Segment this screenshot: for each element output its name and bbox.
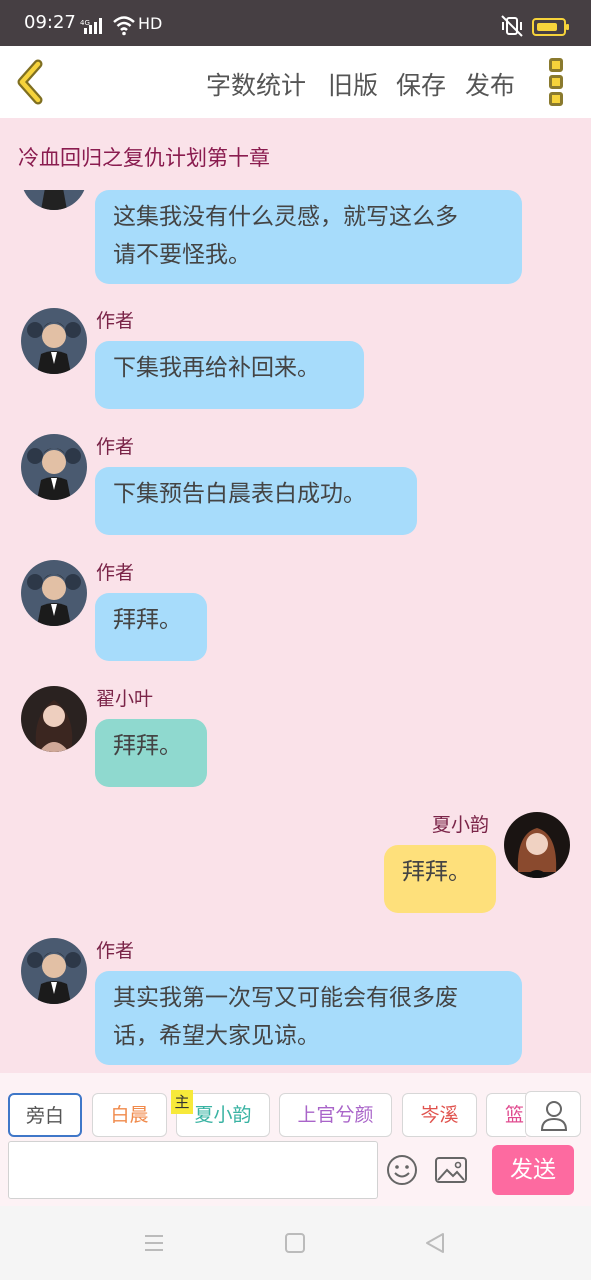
- emoji-icon[interactable]: [385, 1153, 419, 1187]
- editor-toolbar: 字数统计 旧版 保存 发布: [0, 46, 591, 118]
- more-vertical-icon[interactable]: [549, 58, 567, 108]
- message-bubble[interactable]: 其实我第一次写又可能会有很多废 话，希望大家见谅。: [95, 971, 522, 1065]
- signal-icon: 4G: [80, 18, 102, 34]
- message-line: 下集预告白晨表白成功。: [113, 481, 366, 507]
- avatar-author[interactable]: [21, 434, 87, 500]
- compose-panel: 旁白 白晨 夏小韵 主 上官兮颜 岑溪 篮 发送: [0, 1073, 591, 1206]
- system-nav-bar: [0, 1206, 591, 1280]
- character-chip-shangguan-xiyan[interactable]: 上官兮颜: [279, 1093, 392, 1137]
- message-line: 其实我第一次写又可能会有很多废: [113, 985, 458, 1011]
- sender-name: 翟小叶: [96, 688, 154, 710]
- wifi-icon: [113, 16, 135, 36]
- message-line: 话，希望大家见谅。: [113, 1023, 320, 1049]
- avatar-xia-xiaoyun[interactable]: [504, 812, 570, 878]
- status-time: 09:27: [24, 12, 76, 33]
- sender-name: 作者: [96, 940, 135, 962]
- avatar-zhai-xiaoye[interactable]: [21, 686, 87, 752]
- message-bubble[interactable]: 下集我再给补回来。: [95, 341, 364, 409]
- character-chip-cen-xi[interactable]: 岑溪: [402, 1093, 477, 1137]
- message-bubble[interactable]: 拜拜。: [95, 593, 207, 661]
- word-count-button[interactable]: 字数统计: [206, 66, 306, 102]
- add-character-button[interactable]: [525, 1091, 581, 1137]
- main-character-tag: 主: [171, 1090, 193, 1114]
- back-triangle-icon[interactable]: [424, 1232, 446, 1254]
- message-line: 拜拜。: [113, 733, 182, 759]
- message-line: 这集我没有什么灵感，就写这么多: [113, 204, 458, 230]
- person-icon: [540, 1101, 568, 1131]
- message-bubble[interactable]: 下集预告白晨表白成功。: [95, 467, 417, 535]
- vibrate-off-icon: [501, 15, 523, 37]
- sender-name: 作者: [96, 436, 135, 458]
- chat-area[interactable]: 这集我没有什么灵感，就写这么多 请不要怪我。 作者 下集我再给补回来。 作者 下…: [0, 118, 591, 1073]
- old-version-button[interactable]: 旧版: [328, 66, 378, 102]
- character-chip-lan[interactable]: 篮: [486, 1093, 526, 1137]
- character-chip-narration[interactable]: 旁白: [8, 1093, 82, 1137]
- message-bubble[interactable]: 拜拜。: [384, 845, 496, 913]
- chapter-header: 冷血回归之复仇计划第十章: [0, 118, 591, 190]
- home-icon[interactable]: [284, 1232, 306, 1254]
- message-line: 拜拜。: [113, 607, 182, 633]
- hd-label: HD: [138, 14, 163, 33]
- avatar-author[interactable]: [21, 308, 87, 374]
- message-line: 下集我再给补回来。: [113, 355, 320, 381]
- chapter-title: 冷血回归之复仇计划第十章: [18, 146, 270, 170]
- network-label: 4G: [80, 19, 90, 27]
- message-line: 拜拜。: [402, 859, 471, 885]
- avatar-author[interactable]: [21, 938, 87, 1004]
- sender-name: 作者: [96, 562, 135, 584]
- battery-icon: [532, 18, 569, 36]
- message-bubble[interactable]: 这集我没有什么灵感，就写这么多 请不要怪我。: [95, 190, 522, 284]
- sender-name: 作者: [96, 310, 135, 332]
- menu-icon[interactable]: [143, 1232, 165, 1254]
- status-bar: 09:27 4G HD: [0, 0, 591, 46]
- save-button[interactable]: 保存: [396, 66, 446, 102]
- chevron-left-icon[interactable]: [14, 58, 48, 106]
- message-bubble[interactable]: 拜拜。: [95, 719, 207, 787]
- image-icon[interactable]: [434, 1155, 468, 1185]
- message-line: 请不要怪我。: [113, 242, 251, 268]
- message-input[interactable]: [8, 1141, 378, 1199]
- character-chip-bai-chen[interactable]: 白晨: [92, 1093, 167, 1137]
- avatar-author[interactable]: [21, 560, 87, 626]
- send-button[interactable]: 发送: [492, 1145, 574, 1195]
- publish-button[interactable]: 发布: [465, 66, 515, 102]
- sender-name: 夏小韵: [432, 814, 490, 836]
